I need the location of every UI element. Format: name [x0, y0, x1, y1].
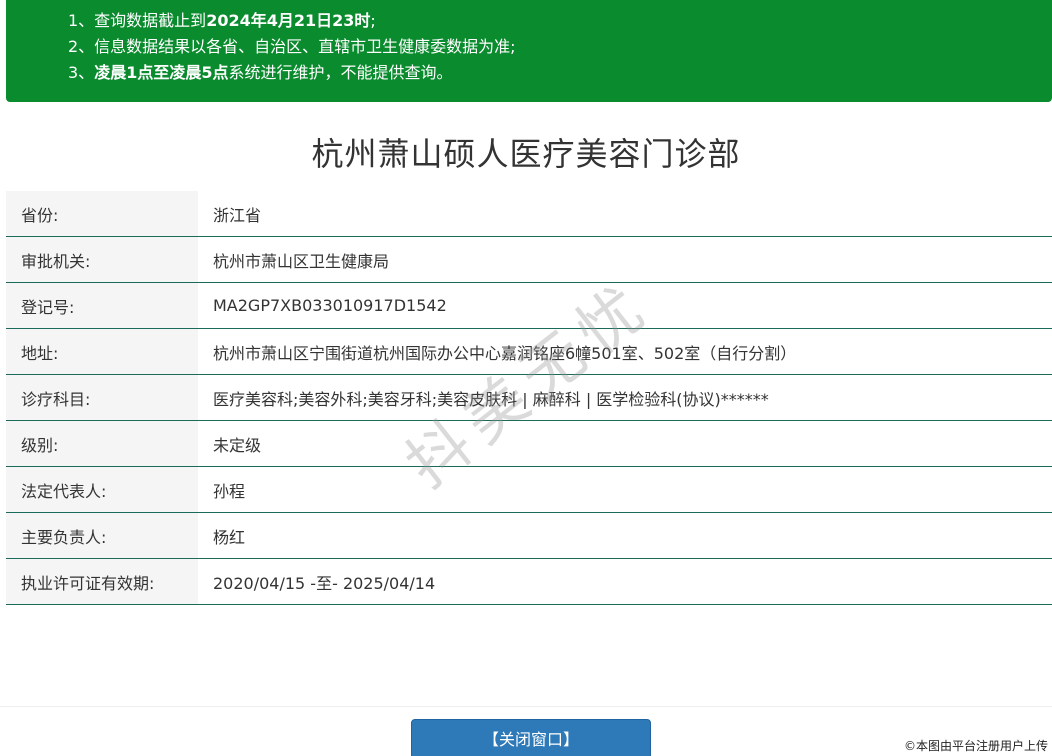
row-value: 浙江省: [198, 191, 1052, 237]
close-window-button[interactable]: 【关闭窗口】: [411, 719, 651, 756]
row-value: 杭州市萧山区宁围街道杭州国际办公中心嘉润铭座6幢501室、502室（自行分割）: [198, 328, 1052, 375]
row-label: 省份:: [6, 191, 198, 237]
table-row: 法定代表人: 孙程: [6, 466, 1052, 513]
info-table: 省份: 浙江省 审批机关: 杭州市萧山区卫生健康局 登记号: MA2GP7XB0…: [6, 191, 1052, 605]
footer-divider: [0, 706, 1052, 707]
row-label: 登记号:: [6, 282, 198, 329]
table-row: 级别: 未定级: [6, 420, 1052, 467]
row-label: 地址:: [6, 328, 198, 375]
row-value: 未定级: [198, 420, 1052, 467]
row-value: 孙程: [198, 466, 1052, 513]
notice-line-3-prefix: 3、: [68, 63, 95, 82]
table-row: 主要负责人: 杨红: [6, 512, 1052, 559]
table-row: 地址: 杭州市萧山区宁围街道杭州国际办公中心嘉润铭座6幢501室、502室（自行…: [6, 328, 1052, 375]
row-label: 法定代表人:: [6, 466, 198, 513]
row-label: 级别:: [6, 420, 198, 467]
row-value: 医疗美容科;美容外科;美容牙科;美容皮肤科 | 麻醉科 | 医学检验科(协议)*…: [198, 374, 1052, 421]
notice-line-1-suffix: ;: [370, 11, 376, 30]
table-row: 诊疗科目: 医疗美容科;美容外科;美容牙科;美容皮肤科 | 麻醉科 | 医学检验…: [6, 374, 1052, 421]
row-label: 执业许可证有效期:: [6, 558, 198, 605]
notice-banner: 1、查询数据截止到2024年4月21日23时; 2、信息数据结果以各省、自治区、…: [6, 0, 1052, 102]
notice-line-3-suffix: 系统进行维护，不能提供查询。: [228, 63, 453, 82]
row-value: MA2GP7XB033010917D1542: [198, 282, 1052, 329]
row-label: 诊疗科目:: [6, 374, 198, 421]
notice-line-1: 1、查询数据截止到2024年4月21日23时;: [68, 8, 1052, 34]
notice-line-3-time: 凌晨1点至凌晨5点: [94, 63, 229, 82]
page-title: 杭州萧山硕人医疗美容门诊部: [311, 135, 741, 173]
row-label: 审批机关:: [6, 236, 198, 283]
row-value: 杨红: [198, 512, 1052, 559]
row-label: 主要负责人:: [6, 512, 198, 559]
row-value: 2020/04/15 -至- 2025/04/14: [198, 558, 1052, 605]
notice-line-1-date: 2024年4月21日23时: [206, 11, 371, 30]
upload-credit-note: ©本图由平台注册用户上传: [903, 739, 1048, 753]
table-row: 登记号: MA2GP7XB033010917D1542: [6, 282, 1052, 329]
table-row: 省份: 浙江省: [6, 191, 1052, 237]
notice-line-1-prefix: 1、查询数据截止到: [68, 11, 207, 30]
table-row: 执业许可证有效期: 2020/04/15 -至- 2025/04/14: [6, 558, 1052, 605]
notice-line-2: 2、信息数据结果以各省、自治区、直辖市卫生健康委数据为准;: [68, 37, 516, 56]
page: 1、查询数据截止到2024年4月21日23时; 2、信息数据结果以各省、自治区、…: [0, 0, 1052, 756]
table-row: 审批机关: 杭州市萧山区卫生健康局: [6, 236, 1052, 283]
row-value: 杭州市萧山区卫生健康局: [198, 236, 1052, 283]
notice-line-3: 3、凌晨1点至凌晨5点系统进行维护，不能提供查询。: [68, 60, 1052, 86]
